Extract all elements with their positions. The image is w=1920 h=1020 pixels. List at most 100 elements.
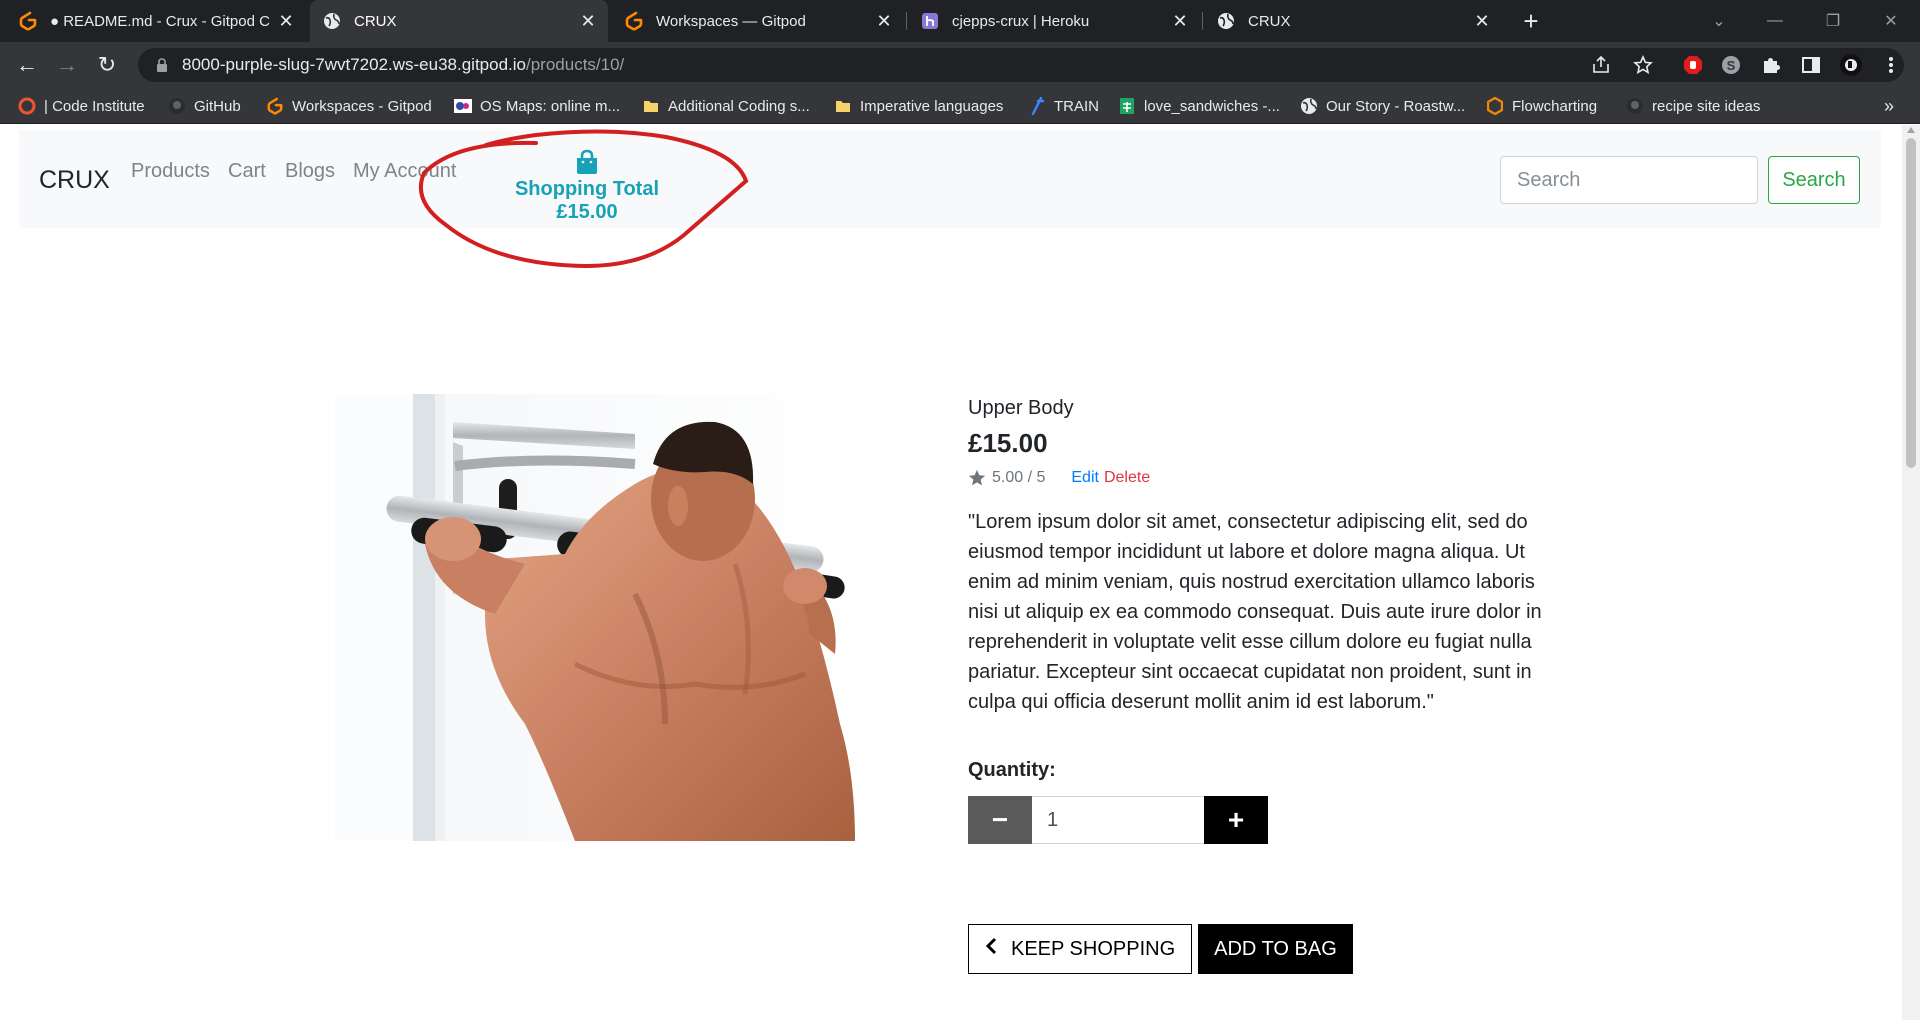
bookmarks-bar: | Code Institute GitHub Workspaces - Git… (0, 88, 1920, 124)
tab-title: ● README.md - Crux - Gitpod Co (50, 12, 270, 30)
quantity-label: Quantity: (968, 759, 1056, 781)
url-path: /products/10/ (526, 55, 625, 74)
nav-link-products[interactable]: Products (131, 160, 210, 183)
svg-text:S: S (1727, 58, 1736, 73)
bookmark-star-icon[interactable] (1630, 52, 1656, 78)
share-icon[interactable] (1588, 52, 1614, 78)
folder-icon (642, 97, 660, 115)
increment-quantity-button[interactable]: + (1204, 796, 1268, 844)
star-icon (968, 469, 986, 486)
plus-icon: + (1227, 804, 1245, 835)
bookmark-workspaces-gitpod[interactable]: Workspaces - Gitpod (266, 94, 432, 118)
tab-title: CRUX (354, 12, 397, 30)
close-icon[interactable]: ✕ (1474, 11, 1490, 31)
minimize-icon[interactable]: — (1752, 0, 1798, 42)
tab-readme[interactable]: ● README.md - Crux - Gitpod Co ✕ (6, 0, 306, 42)
bookmark-label: | Code Institute (44, 97, 145, 115)
bookmark-label: recipe site ideas (1652, 97, 1761, 115)
bookmark-label: GitHub (194, 97, 241, 115)
tab-crux-active[interactable]: CRUX ✕ (310, 0, 608, 42)
product-image (335, 394, 872, 841)
red-circle-annotation (418, 129, 749, 269)
bookmark-github[interactable]: GitHub (168, 94, 241, 118)
page-scrollbar[interactable] (1902, 125, 1920, 1020)
url-host: 8000-purple-slug-7wvt7202.ws-eu38.gitpod… (182, 55, 526, 74)
reload-icon[interactable]: ↻ (92, 50, 122, 80)
gitpod-icon (18, 11, 38, 31)
tab-title: CRUX (1248, 12, 1291, 30)
bookmark-label: Flowcharting (1512, 97, 1598, 115)
edit-link[interactable]: Edit (1071, 469, 1099, 487)
keep-shopping-button[interactable]: KEEP SHOPPING (968, 924, 1193, 974)
side-panel-icon[interactable] (1798, 52, 1824, 78)
search-input[interactable] (1500, 156, 1758, 204)
close-icon[interactable]: ✕ (1172, 11, 1188, 31)
product-description: "Lorem ipsum dolor sit amet, consectetur… (968, 511, 1542, 713)
train-icon (1028, 97, 1046, 115)
restore-icon[interactable]: ❐ (1810, 0, 1856, 42)
globe-icon (322, 11, 342, 31)
product-rating: 5.00 / 5 (992, 469, 1046, 486)
product-details: Upper Body £15.00 5.00 / 5 Edit Delete "… (968, 397, 1558, 974)
tab-title: Workspaces — Gitpod (656, 12, 806, 30)
bookmark-our-story[interactable]: Our Story - Roastw... (1300, 94, 1465, 118)
tab-crux[interactable]: CRUX ✕ (1204, 0, 1502, 42)
rating-row: 5.00 / 5 Edit Delete (968, 469, 1558, 487)
bookmark-label: love_sandwiches -... (1144, 97, 1280, 115)
os-maps-icon (454, 97, 472, 115)
close-icon[interactable]: ✕ (278, 11, 294, 31)
tab-heroku[interactable]: cjepps-crux | Heroku ✕ (908, 0, 1200, 42)
profile-avatar-icon[interactable] (1838, 52, 1864, 78)
forward-arrow-icon[interactable]: → (52, 50, 82, 80)
bookmark-os-maps[interactable]: OS Maps: online m... (454, 94, 620, 118)
site-navbar: CRUX Products Cart Blogs My Account Shop… (19, 130, 1881, 228)
product-price: £15.00 (968, 428, 1048, 458)
window-close-icon[interactable]: ✕ (1868, 0, 1914, 42)
adblock-icon[interactable] (1680, 52, 1706, 78)
heroku-icon (920, 11, 940, 31)
kebab-menu-icon[interactable] (1878, 52, 1904, 78)
bookmark-label: Our Story - Roastw... (1326, 97, 1466, 115)
close-icon[interactable]: ✕ (876, 11, 892, 31)
nav-link-cart[interactable]: Cart (228, 160, 266, 183)
close-icon[interactable]: ✕ (580, 11, 596, 31)
bookmarks-overflow-chevron[interactable]: » (1884, 94, 1894, 118)
brand-logo[interactable]: CRUX (39, 166, 110, 195)
github-icon (168, 97, 186, 115)
bookmark-label: TRAIN (1054, 97, 1099, 115)
sheets-icon (1118, 97, 1136, 115)
extension-s-icon[interactable]: S (1718, 52, 1744, 78)
bookmark-imperative-languages[interactable]: Imperative languages (834, 94, 1003, 118)
decrement-quantity-button[interactable]: − (968, 796, 1032, 844)
bookmark-recipe-site-ideas[interactable]: recipe site ideas (1626, 94, 1760, 118)
search-button[interactable]: Search (1768, 156, 1860, 204)
bookmark-flowcharting[interactable]: Flowcharting (1486, 94, 1597, 118)
tab-search-chevron-icon[interactable]: ⌄ (1696, 0, 1742, 42)
add-to-bag-button[interactable]: ADD TO BAG (1198, 924, 1353, 974)
back-arrow-icon[interactable]: ← (12, 50, 42, 80)
quantity-input[interactable] (1032, 796, 1204, 844)
bookmark-love-sandwiches[interactable]: love_sandwiches -... (1118, 94, 1280, 118)
bookmark-additional-coding[interactable]: Additional Coding s... (642, 94, 810, 118)
bookmark-label: Imperative languages (860, 97, 1004, 115)
product-name: Upper Body (968, 397, 1074, 419)
delete-link[interactable]: Delete (1104, 469, 1150, 487)
globe-icon (1300, 97, 1318, 115)
gitpod-icon (624, 11, 644, 31)
bookmark-train[interactable]: TRAIN (1028, 94, 1099, 118)
folder-icon (834, 97, 852, 115)
new-tab-plus-icon[interactable]: + (1516, 6, 1546, 36)
flowchart-icon (1486, 97, 1504, 115)
globe-icon (1216, 11, 1236, 31)
nav-link-blogs[interactable]: Blogs (285, 160, 335, 183)
bookmark-label: Workspaces - Gitpod (292, 97, 432, 115)
gitpod-icon (266, 97, 284, 115)
tab-title: cjepps-crux | Heroku (952, 12, 1090, 30)
lock-icon (156, 57, 168, 73)
extensions-puzzle-icon[interactable] (1758, 52, 1784, 78)
scroll-up-arrow-icon[interactable] (1907, 127, 1915, 133)
tab-strip: ● README.md - Crux - Gitpod Co ✕ CRUX ✕ … (0, 0, 1920, 42)
scrollbar-thumb[interactable] (1906, 138, 1916, 468)
tab-workspaces[interactable]: Workspaces — Gitpod ✕ (612, 0, 904, 42)
bookmark-code-institute[interactable]: | Code Institute (18, 94, 145, 118)
